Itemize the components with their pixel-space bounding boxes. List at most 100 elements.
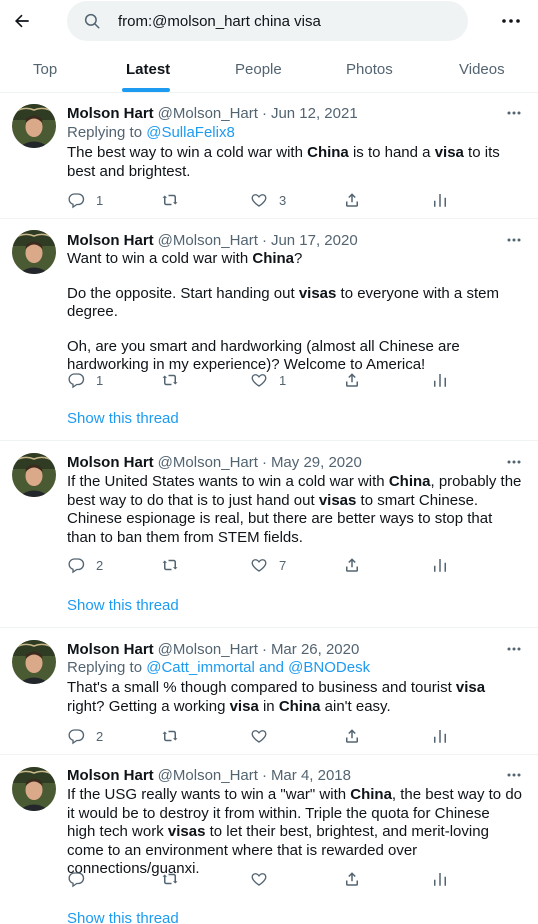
tweet-actions: 1 3 (67, 190, 457, 210)
avatar[interactable] (12, 104, 56, 148)
share-button[interactable] (343, 370, 361, 390)
author-handle[interactable]: @Molson_Hart (158, 641, 258, 658)
tweet[interactable]: Molson Hart @Molson_Hart · Mar 4, 2018 I… (0, 756, 538, 924)
mention-link[interactable]: @Catt_immortal and @BNODesk (146, 659, 370, 676)
author-name[interactable]: Molson Hart (67, 767, 154, 784)
reply-button[interactable]: 2 (67, 726, 103, 746)
tweet-more-icon[interactable] (503, 230, 525, 250)
tweet-date[interactable]: Jun 17, 2020 (271, 232, 358, 249)
retweet-button[interactable] (161, 370, 190, 390)
show-thread-link[interactable]: Show this thread (67, 909, 179, 924)
share-icon (346, 729, 358, 743)
tweet-header: Molson Hart @Molson_Hart · Jun 12, 2021 (67, 103, 358, 123)
avatar[interactable] (12, 230, 56, 274)
tweet-date[interactable]: Mar 4, 2018 (271, 767, 351, 784)
tweet-header: Molson Hart @Molson_Hart · Jun 17, 2020 (67, 230, 358, 250)
retweet-button[interactable] (161, 555, 190, 575)
separator-dot: · (261, 453, 267, 471)
analytics-button[interactable] (431, 190, 449, 210)
tweet-header: Molson Hart @Molson_Hart · Mar 26, 2020 (67, 639, 359, 659)
retweet-button[interactable] (161, 869, 190, 889)
tab-latest[interactable]: Latest (126, 46, 170, 92)
analytics-icon (434, 873, 446, 886)
share-button[interactable] (343, 555, 361, 575)
reply-button[interactable] (67, 869, 96, 889)
reply-count: 2 (96, 557, 104, 573)
heart-icon (251, 374, 267, 387)
tweet-header: Molson Hart @Molson_Hart · May 29, 2020 (67, 452, 362, 472)
author-handle[interactable]: @Molson_Hart (158, 105, 258, 122)
reply-icon (68, 558, 85, 574)
author-name[interactable]: Molson Hart (67, 641, 154, 658)
share-button[interactable] (343, 726, 361, 746)
tweet-date[interactable]: Mar 26, 2020 (271, 641, 359, 658)
retweet-icon (162, 374, 178, 386)
author-name[interactable]: Molson Hart (67, 232, 154, 249)
avatar[interactable] (12, 453, 56, 497)
reply-button[interactable]: 1 (67, 190, 103, 210)
tweet[interactable]: Molson Hart @Molson_Hart · Jun 12, 2021 … (0, 94, 538, 219)
author-name[interactable]: Molson Hart (67, 105, 154, 122)
analytics-button[interactable] (431, 726, 449, 746)
tab-photos[interactable]: Photos (346, 46, 393, 92)
tweet-more-icon[interactable] (503, 452, 525, 472)
like-button[interactable]: 3 (250, 190, 286, 210)
author-handle[interactable]: @Molson_Hart (158, 232, 258, 249)
mention-link[interactable]: @SullaFelix8 (146, 124, 235, 141)
author-handle[interactable]: @Molson_Hart (158, 767, 258, 784)
retweet-icon (162, 559, 178, 571)
share-icon (346, 558, 358, 572)
more-options-icon[interactable] (499, 10, 523, 32)
avatar[interactable] (12, 767, 56, 811)
tab-people[interactable]: People (235, 46, 282, 92)
tweet[interactable]: Molson Hart @Molson_Hart · Mar 26, 2020 … (0, 629, 538, 755)
search-icon (83, 11, 103, 31)
analytics-button[interactable] (431, 869, 449, 889)
author-handle[interactable]: @Molson_Hart (158, 454, 258, 471)
tab-videos[interactable]: Videos (459, 46, 505, 92)
tweet-more-icon[interactable] (503, 639, 525, 659)
tweet-text: Want to win a cold war with China? Do th… (67, 250, 499, 373)
search-box[interactable] (67, 1, 468, 41)
tweet-actions: 1 1 (67, 370, 457, 390)
heart-icon (251, 559, 267, 572)
replying-to-label: Replying to (67, 659, 143, 676)
tweet-more-icon[interactable] (503, 765, 525, 785)
back-arrow-icon[interactable] (10, 9, 34, 33)
reply-button[interactable]: 1 (67, 370, 103, 390)
retweet-button[interactable] (161, 726, 190, 746)
retweet-icon (162, 873, 178, 885)
heart-icon (251, 730, 267, 743)
share-button[interactable] (343, 869, 361, 889)
analytics-button[interactable] (431, 370, 449, 390)
like-button[interactable] (250, 726, 279, 746)
show-thread-link[interactable]: Show this thread (67, 596, 179, 616)
tweet-header: Molson Hart @Molson_Hart · Mar 4, 2018 (67, 765, 351, 785)
search-input[interactable] (118, 12, 448, 30)
analytics-icon (434, 559, 446, 572)
avatar[interactable] (12, 640, 56, 684)
tab-top[interactable]: Top (33, 46, 57, 92)
reply-icon (68, 729, 85, 745)
tweet-actions: 2 (67, 726, 457, 746)
author-name[interactable]: Molson Hart (67, 454, 154, 471)
heart-icon (251, 873, 267, 886)
like-button[interactable] (250, 869, 279, 889)
like-button[interactable]: 7 (250, 555, 286, 575)
tweet-more-icon[interactable] (503, 103, 525, 123)
separator-dot: · (261, 231, 267, 249)
retweet-button[interactable] (161, 190, 190, 210)
like-count: 3 (279, 192, 287, 208)
share-button[interactable] (343, 190, 361, 210)
analytics-icon (434, 374, 446, 387)
tweet-date[interactable]: Jun 12, 2021 (271, 105, 358, 122)
replying-to: Replying to @Catt_immortal and @BNODesk (67, 658, 370, 678)
like-button[interactable]: 1 (250, 370, 286, 390)
tweet-text: If the USG really wants to win a "war" w… (67, 786, 522, 877)
tweet-date[interactable]: May 29, 2020 (271, 454, 362, 471)
tweet[interactable]: Molson Hart @Molson_Hart · Jun 17, 2020 … (0, 220, 538, 441)
show-thread-link[interactable]: Show this thread (67, 409, 179, 429)
tweet[interactable]: Molson Hart @Molson_Hart · May 29, 2020 … (0, 442, 538, 628)
reply-button[interactable]: 2 (67, 555, 103, 575)
analytics-button[interactable] (431, 555, 449, 575)
